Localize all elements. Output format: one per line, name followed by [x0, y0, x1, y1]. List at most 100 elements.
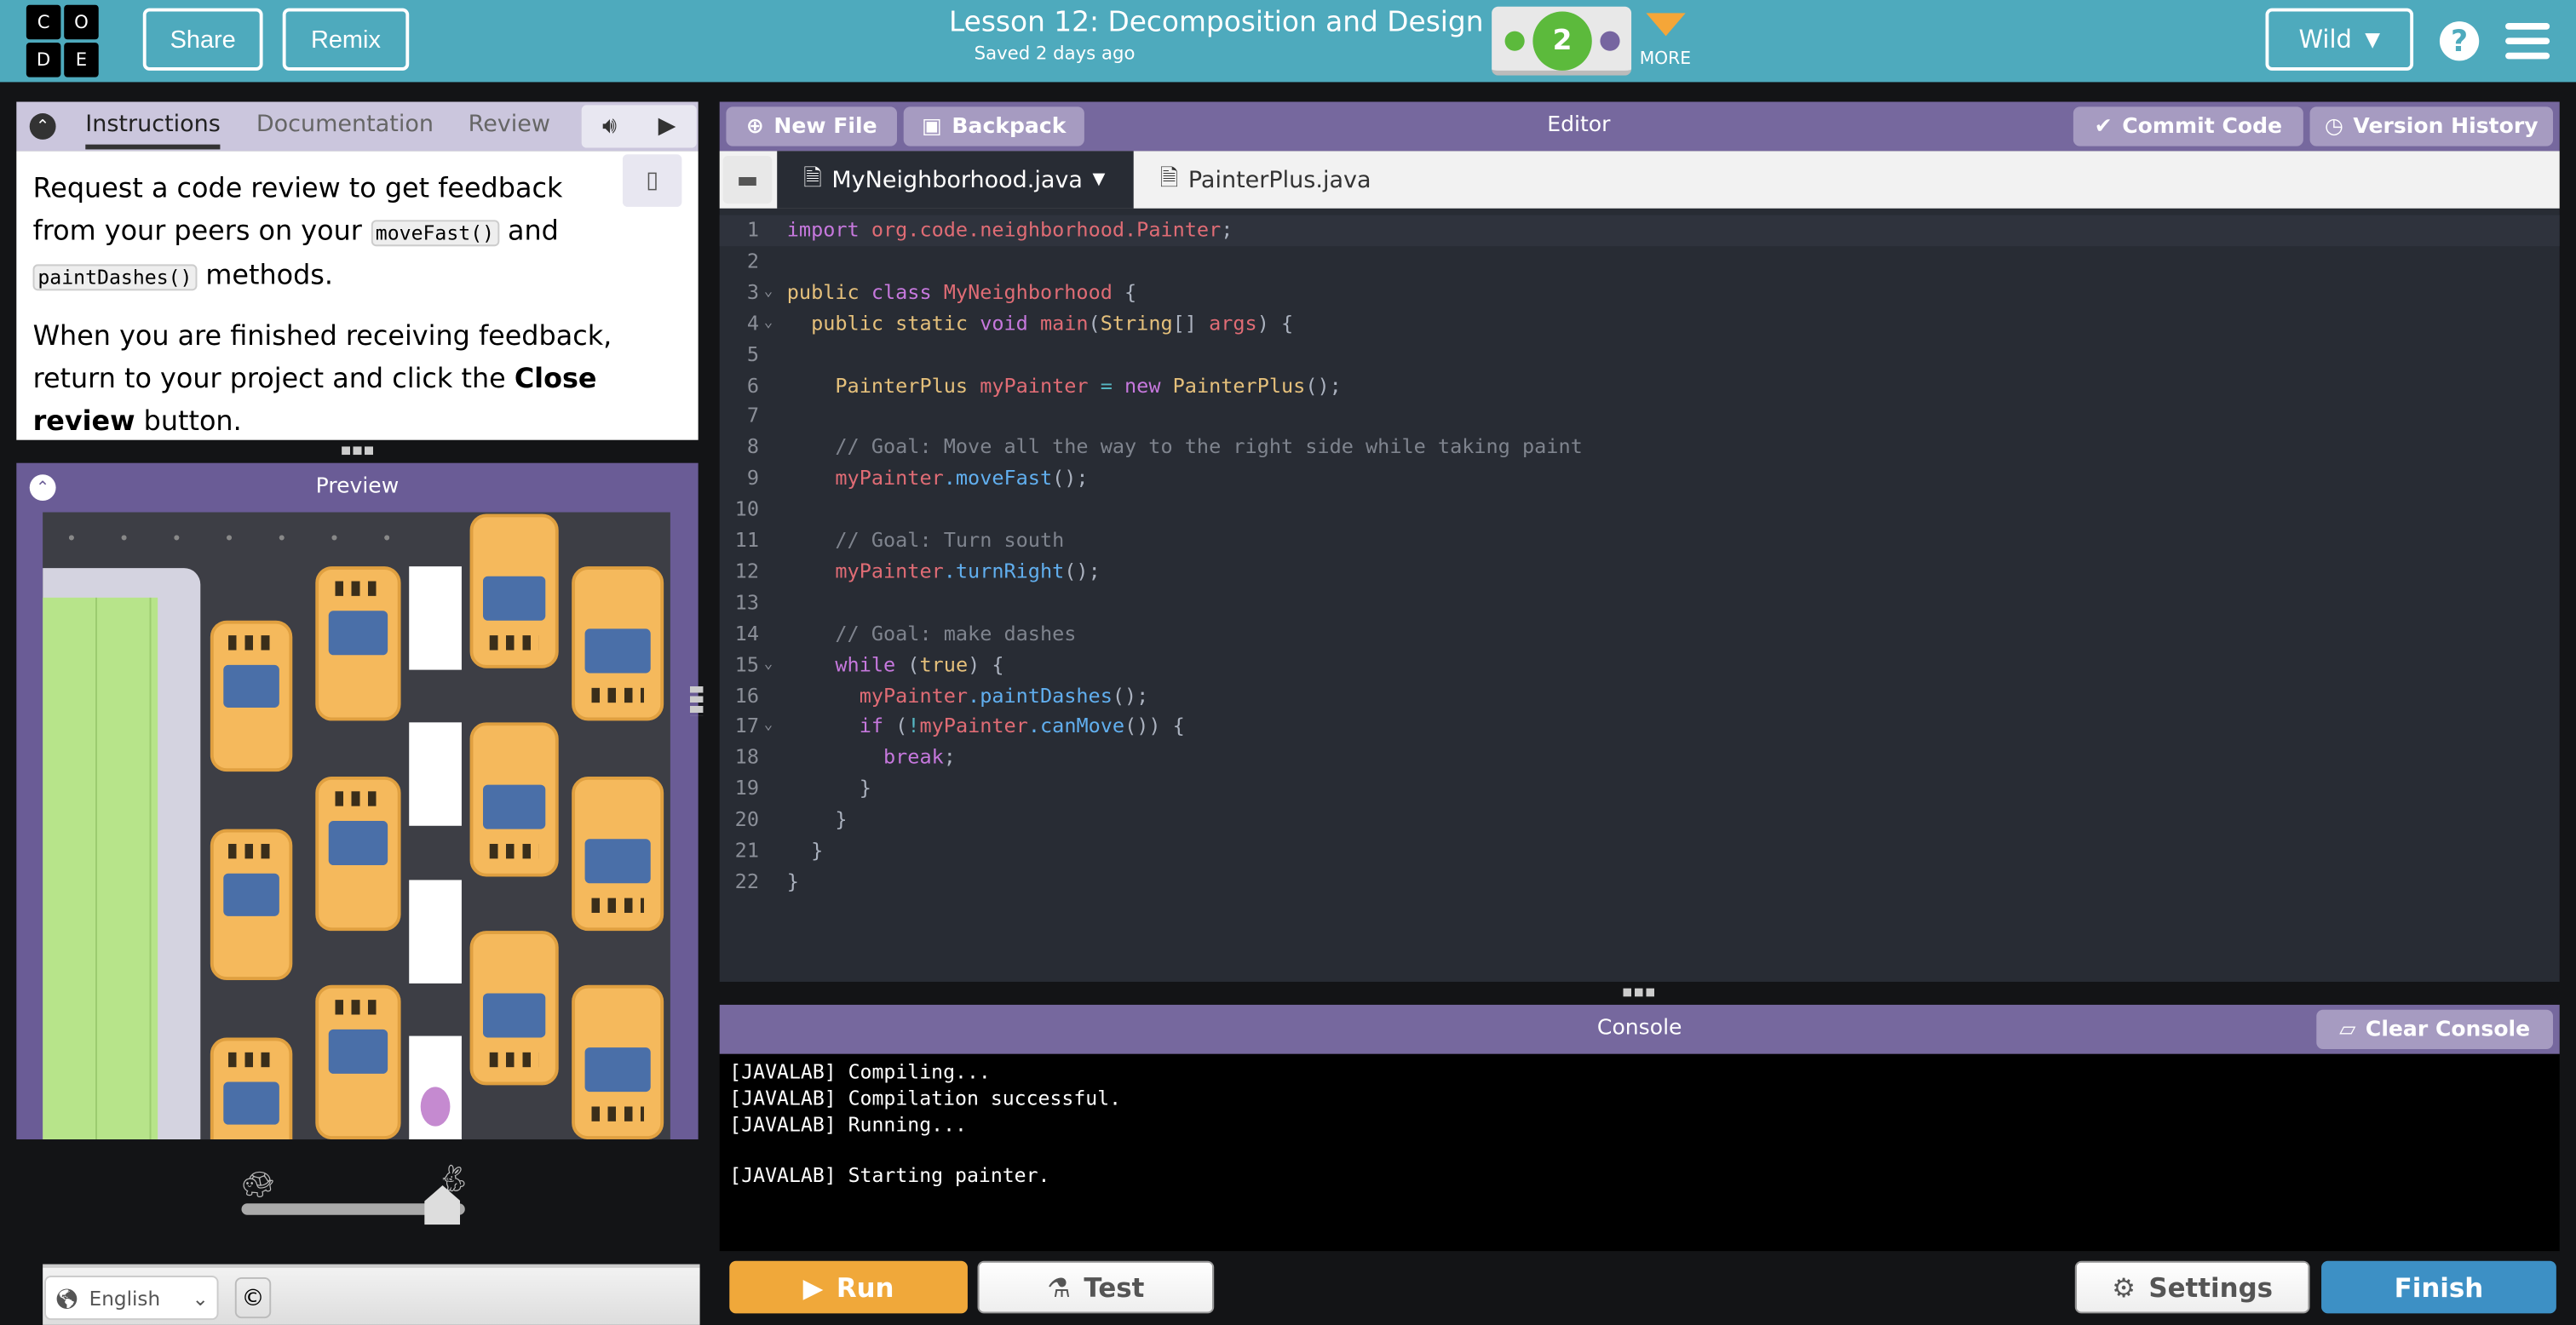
current-level-bubble[interactable]: 2 — [1532, 11, 1592, 71]
code-token: ( — [1088, 311, 1101, 335]
finish-button[interactable]: Finish — [2321, 1260, 2556, 1314]
console-line: [JAVALAB] Running... — [729, 1112, 967, 1136]
eraser-icon: ▱ — [2339, 1017, 2356, 1042]
code-token: public — [786, 280, 860, 304]
play-icon[interactable]: ▶ — [658, 113, 676, 140]
level-progress[interactable]: 2 — [1492, 6, 1632, 76]
tab-myneighborhood-java[interactable]: 🗎︎ MyNeighborhood.java ▼ — [777, 151, 1134, 209]
lesson-title: Lesson 12: Decomposition and Design — [948, 6, 1484, 40]
code-line: 22} — [720, 867, 2560, 898]
code-token: MyNeighborhood — [931, 280, 1113, 304]
resize-handle[interactable] — [689, 685, 704, 716]
copyright-button[interactable]: © — [234, 1276, 272, 1319]
line-number: 8 — [746, 435, 759, 459]
code-token: ; — [1221, 218, 1233, 242]
road-dot — [384, 535, 390, 541]
fold-chevron-icon[interactable]: ⌄ — [764, 308, 773, 340]
text-to-speech-icon[interactable]: ▯ — [622, 154, 682, 207]
caret-down-icon: ▼ — [2365, 27, 2381, 51]
console-line: [JAVALAB] Compiling... — [729, 1060, 991, 1084]
code-token: // Goal: Turn south — [786, 528, 1065, 552]
tab-documentation[interactable]: Documentation — [256, 112, 434, 138]
user-menu-button[interactable]: Wild ▼ — [2265, 8, 2414, 71]
instruction-text: and — [498, 215, 559, 247]
resize-handle[interactable] — [1623, 988, 1656, 997]
code-text: PainterPlus myPainter = new PainterPlus(… — [787, 370, 1341, 402]
code-token: ( — [883, 714, 908, 738]
tab-painterplus-java[interactable]: 🗎︎ PainterPlus.java — [1160, 151, 1371, 208]
painter-character — [420, 1087, 451, 1127]
folder-icon[interactable]: ▬ — [722, 156, 773, 204]
taxi-car — [469, 722, 559, 877]
clear-console-button[interactable]: ▱ Clear Console — [2316, 1009, 2553, 1049]
code-text: import org.code.neighborhood.Painter; — [787, 215, 1233, 247]
code-token: = — [1088, 373, 1113, 397]
speaker-icon[interactable]: 🔊︎ — [602, 113, 617, 140]
code-text: } — [787, 805, 847, 836]
code-line: 16 myPainter.paintDashes(); — [720, 680, 2560, 712]
flask-icon: ⚗ — [1047, 1271, 1071, 1303]
level-dot-icon[interactable] — [1600, 31, 1620, 51]
instruction-text: methods. — [197, 259, 333, 291]
collapse-icon[interactable]: ⌃ — [29, 113, 56, 140]
code-line: 14 // Goal: make dashes — [720, 618, 2560, 650]
taxi-car — [315, 566, 401, 721]
user-name: Wild — [2298, 24, 2352, 54]
road-dot — [279, 535, 285, 541]
code-editor[interactable]: 1 import org.code.neighborhood.Painter; 2 3… — [719, 208, 2560, 982]
code-text: myPainter.turnRight(); — [787, 556, 1100, 588]
top-header: CODE Share Remix Lesson 12: Decompositio… — [0, 0, 2576, 83]
audio-controls: 🔊︎ ▶ — [581, 105, 697, 148]
javalab-app: CODE Share Remix Lesson 12: Decompositio… — [0, 0, 2576, 1325]
level-dot-icon[interactable] — [1504, 31, 1525, 51]
resize-handle[interactable] — [342, 446, 375, 456]
footer: 🌎︎ English ⌄ © — [43, 1264, 700, 1325]
code-text: public static void main(String[] args) { — [787, 308, 1293, 340]
settings-button[interactable]: ⚙ Settings — [2074, 1260, 2310, 1314]
help-icon[interactable]: ? — [2439, 21, 2480, 61]
language-select[interactable]: 🌎︎ English ⌄ — [44, 1276, 219, 1321]
code-snippet: moveFast() — [370, 220, 499, 247]
line-number: 12 — [734, 559, 759, 583]
code-line: 20 } — [720, 805, 2560, 836]
code-line: 6 PainterPlus myPainter = new PainterPlu… — [720, 370, 2560, 402]
test-button[interactable]: ⚗ Test — [977, 1260, 1215, 1314]
remix-button[interactable]: Remix — [282, 8, 410, 71]
code-token: } — [786, 839, 824, 863]
taxi-car — [210, 1037, 293, 1140]
version-history-button[interactable]: ◷ Version History — [2309, 106, 2553, 146]
caret-down-icon[interactable]: ▼ — [1093, 171, 1106, 189]
code-text: // Goal: Turn south — [787, 525, 1064, 557]
console-output: [JAVALAB] Compiling... [JAVALAB] Compilat… — [719, 1053, 2560, 1252]
share-button[interactable]: Share — [142, 8, 263, 71]
label: Run — [836, 1271, 894, 1303]
code-token: String — [1100, 311, 1173, 335]
taxi-car — [572, 984, 664, 1140]
code-line: 10 — [720, 495, 2560, 526]
commit-code-button[interactable]: ✔ Commit Code — [2073, 106, 2303, 146]
code-text: } — [787, 867, 799, 898]
code-line: 11 // Goal: Turn south — [720, 525, 2560, 557]
code-token: ) { — [968, 652, 1004, 676]
code-token: (); — [1112, 684, 1149, 708]
fold-chevron-icon[interactable]: ⌄ — [764, 712, 773, 743]
more-arrow-icon[interactable] — [1646, 13, 1686, 37]
fold-chevron-icon[interactable]: ⌄ — [764, 650, 773, 681]
tab-instructions[interactable]: Instructions — [85, 112, 221, 150]
code-text: myPainter.paintDashes(); — [787, 680, 1149, 712]
line-number: 5 — [746, 342, 759, 366]
label: Clear Console — [2365, 1017, 2531, 1042]
run-button[interactable]: ▶ Run — [729, 1260, 968, 1314]
paint-dash — [409, 880, 462, 984]
hamburger-menu-icon[interactable] — [2505, 22, 2550, 60]
code-token: public static — [786, 311, 969, 335]
tab-review[interactable]: Review — [469, 112, 550, 138]
more-link[interactable]: MORE — [1640, 49, 1691, 69]
code-org-logo[interactable]: CODE — [26, 4, 99, 77]
console-title: Console — [1596, 1016, 1682, 1041]
fold-chevron-icon[interactable]: ⌄ — [764, 277, 773, 308]
code-text: while (true) { — [787, 650, 1004, 681]
line-number: 19 — [734, 777, 759, 800]
line-number: 22 — [734, 869, 759, 893]
instructions-content: ▯ Request a code review to get feedback … — [16, 151, 699, 440]
